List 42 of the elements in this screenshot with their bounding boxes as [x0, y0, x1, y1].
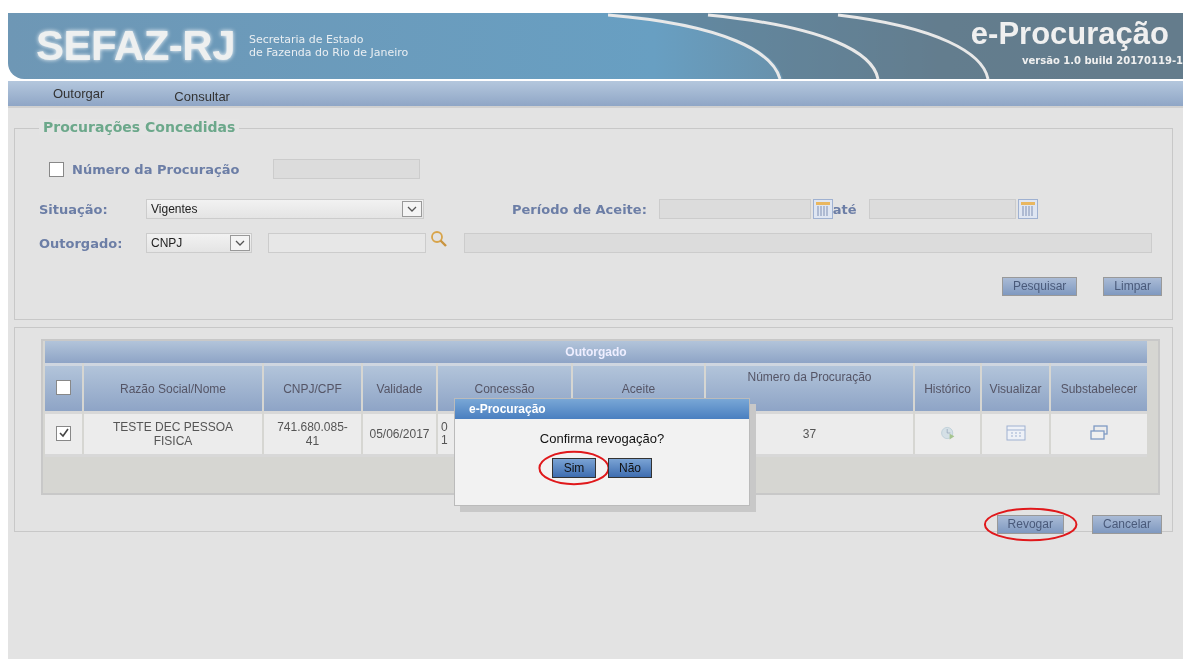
dialog-button[interactable]: Sim	[552, 458, 596, 478]
field-label: Situação:	[39, 201, 109, 217]
subtitle-line: Secretaria de Estado	[249, 33, 365, 46]
action-button[interactable]: Cancelar	[1091, 515, 1162, 534]
checkbox[interactable]	[56, 379, 71, 395]
column-header: Validade	[363, 363, 436, 411]
search-icon[interactable]	[430, 230, 448, 248]
column-header: Substabelecer	[1051, 363, 1147, 411]
type-select[interactable]: CNPJ	[146, 233, 252, 253]
column-header: Visualizar	[982, 363, 1049, 411]
column-header: Número da Procuração	[706, 363, 913, 411]
subtitle-line: de Fazenda do Rio de Janeiro	[249, 46, 409, 59]
field-label: Período de Aceite:	[512, 201, 647, 217]
field-label: até	[832, 201, 857, 217]
stacked-cards-icon[interactable]	[1089, 424, 1109, 441]
action-button[interactable]: Pesquisar	[1001, 277, 1078, 296]
checkbox[interactable]	[49, 161, 64, 177]
column-header: Razão Social/Nome	[84, 363, 262, 411]
logo-text: SEFAZ-RJ	[36, 22, 236, 70]
panel-legend: Procurações Concedidas	[39, 119, 240, 135]
version-text: versão 1.0 build 20170119-1	[1021, 55, 1183, 66]
action-button[interactable]: Revogar	[996, 515, 1064, 534]
field-label: Outorgado:	[39, 235, 124, 251]
calendar-icon[interactable]	[1005, 424, 1026, 441]
checkbox[interactable]	[56, 426, 71, 441]
group-header: Outorgado	[45, 341, 1147, 363]
column-header: Histórico	[915, 363, 980, 411]
table-cell: 05/06/2017	[363, 411, 436, 454]
app-title: e-Procuração	[970, 15, 1170, 53]
calendar-icon[interactable]	[812, 199, 833, 219]
column-header: CNPJ/CPF	[264, 363, 361, 411]
dialog-button[interactable]: Não	[608, 458, 652, 478]
action-button[interactable]: Limpar	[1103, 277, 1162, 296]
field-label: Número da Procuração	[72, 161, 240, 177]
calendar-icon[interactable]	[1017, 199, 1038, 219]
table-cell: TESTE DEC PESSOA FISICA	[84, 411, 262, 454]
situacao-select[interactable]: Vigentes	[146, 199, 424, 219]
menu-item[interactable]: Outorgar	[53, 86, 105, 101]
input-field[interactable]	[268, 233, 426, 253]
menu-item[interactable]: Consultar	[174, 88, 230, 104]
dialog-title: e-Procuração	[455, 399, 749, 419]
table-cell: 741.680.085-41	[264, 411, 361, 454]
